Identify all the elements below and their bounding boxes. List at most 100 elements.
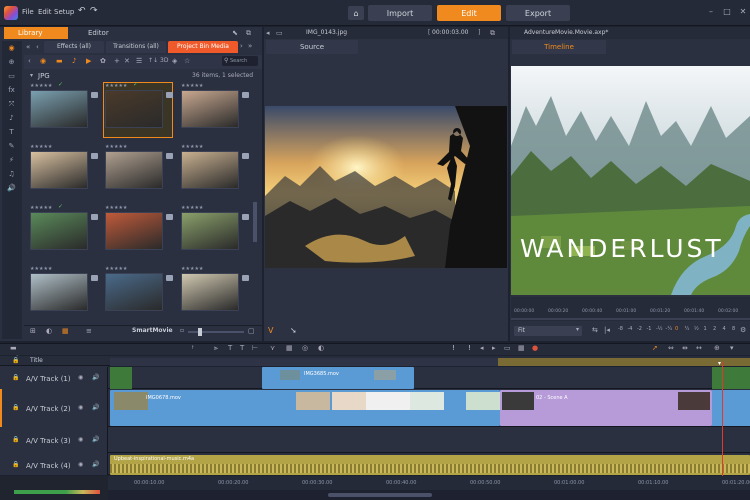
pointer-icon[interactable]: ➚ bbox=[652, 344, 658, 352]
nav-back-icon[interactable]: « bbox=[26, 43, 30, 51]
speed-label[interactable]: ¼ bbox=[685, 326, 690, 332]
track-3-lock-icon[interactable]: 🔒 bbox=[12, 436, 19, 443]
speed-label[interactable]: 2 bbox=[713, 326, 716, 332]
tab-edit[interactable]: Edit bbox=[437, 5, 501, 21]
track-2-clip-b[interactable]: 02 - Scene A bbox=[500, 390, 712, 426]
trim-left-icon[interactable]: ◂ bbox=[480, 344, 484, 352]
trim-right-icon[interactable]: ▸ bbox=[492, 344, 496, 352]
track-2-speaker-icon[interactable]: 🔊 bbox=[92, 404, 99, 411]
paint-icon[interactable]: ✎ bbox=[7, 142, 16, 151]
delete-icon[interactable]: ✕ bbox=[124, 57, 130, 65]
title-tool-icon[interactable]: T bbox=[240, 344, 244, 352]
mark-out-button[interactable]: ! bbox=[468, 344, 471, 352]
fit-select[interactable]: Fit bbox=[514, 326, 582, 336]
track-2-lock-icon[interactable]: 🔒 bbox=[12, 404, 19, 411]
tab-transitions[interactable]: Transitions (all) bbox=[106, 41, 166, 53]
speed-label[interactable]: -1 bbox=[647, 326, 652, 332]
speed-label[interactable]: 1 bbox=[704, 326, 707, 332]
preview-icon[interactable]: ◐ bbox=[46, 327, 52, 335]
more-icon[interactable]: ▾ bbox=[730, 344, 734, 352]
star-filter-icon[interactable]: ☆ bbox=[184, 57, 190, 65]
music-icon[interactable]: ♪ bbox=[7, 114, 16, 123]
audio-icon[interactable]: ♫ bbox=[7, 170, 16, 179]
rating-stars[interactable]: ★★★★★ bbox=[181, 266, 203, 272]
rating-stars[interactable]: ★★★★★ bbox=[181, 144, 203, 150]
speed-label[interactable]: 8 bbox=[732, 326, 735, 332]
rating-stars[interactable]: ★★★★★ bbox=[30, 83, 52, 89]
mark-in-button[interactable]: ! bbox=[452, 344, 455, 352]
bin-icon[interactable]: ◉ bbox=[40, 57, 46, 65]
undock-icon[interactable]: ⧉ bbox=[246, 29, 251, 38]
fit-dropdown-icon[interactable]: ▾ bbox=[576, 326, 579, 333]
menu-edit[interactable]: Edit bbox=[38, 8, 52, 16]
speed-label[interactable]: -2 bbox=[637, 326, 642, 332]
menu-setup[interactable]: Setup bbox=[54, 8, 74, 16]
video-filter-icon[interactable]: ▶ bbox=[86, 57, 91, 65]
loop-icon[interactable]: ⇆ bbox=[592, 326, 598, 334]
storyboard-icon[interactable]: ▬ bbox=[10, 344, 17, 352]
speed-label[interactable]: -¼ bbox=[666, 326, 673, 332]
menu-file[interactable]: File bbox=[22, 8, 34, 16]
editor-tab[interactable]: Editor bbox=[70, 27, 130, 39]
tab-project-bin[interactable]: Project Bin Media bbox=[168, 41, 238, 53]
source-undock-icon[interactable]: ⧉ bbox=[490, 29, 495, 38]
maximize-icon[interactable]: □ bbox=[722, 7, 732, 17]
zoom-slider[interactable] bbox=[188, 331, 244, 333]
smartmovie-button[interactable]: SmartMovie bbox=[132, 327, 173, 334]
record-dot-icon[interactable]: ● bbox=[532, 344, 538, 352]
prev-frame-icon[interactable]: |◂ bbox=[604, 326, 610, 334]
nav-next-icon[interactable]: › bbox=[240, 42, 243, 50]
zoom-icon[interactable]: ⊕ bbox=[714, 344, 720, 352]
library-scrollbar[interactable] bbox=[252, 82, 258, 322]
title-icon[interactable]: T bbox=[7, 128, 16, 137]
track-2-eye-icon[interactable]: ◉ bbox=[78, 404, 83, 411]
playhead[interactable] bbox=[722, 362, 723, 490]
track-1-end-clip[interactable] bbox=[712, 367, 750, 389]
track-4-lock-icon[interactable]: 🔒 bbox=[12, 461, 19, 468]
sound-icon[interactable]: 🔊 bbox=[7, 184, 16, 193]
pin-icon[interactable]: ⬉ bbox=[232, 29, 238, 37]
zoom-in-icon[interactable]: ▢ bbox=[248, 327, 255, 335]
rating-stars[interactable]: ★★★★★ bbox=[30, 144, 52, 150]
music-filter-icon[interactable]: ♪ bbox=[72, 57, 76, 65]
track-1-clip[interactable]: IMG3685.mov bbox=[262, 367, 414, 389]
audio-clip[interactable]: Upbeat-inspirational-music.m4a bbox=[110, 455, 750, 475]
settings-icon[interactable]: ⚙ bbox=[740, 326, 746, 334]
razor-icon[interactable]: ⟊ bbox=[192, 344, 194, 352]
track-2-end-clip[interactable] bbox=[712, 390, 750, 426]
mark-in-icon[interactable]: V bbox=[268, 326, 273, 335]
undo-icon[interactable]: ↶ bbox=[78, 6, 86, 16]
3d-icon[interactable]: 3D bbox=[160, 57, 168, 64]
stretch-icon[interactable]: ↔ bbox=[696, 344, 702, 352]
nav-prev-icon[interactable]: ‹ bbox=[36, 43, 39, 51]
back-icon[interactable]: ‹ bbox=[28, 57, 31, 65]
color-icon[interactable]: ◐ bbox=[318, 344, 324, 352]
zoom-slider-handle[interactable] bbox=[198, 328, 202, 336]
track-2-clip-a[interactable]: IMG0678.mov bbox=[110, 390, 500, 426]
sort-icon[interactable]: ↑↓ bbox=[148, 57, 158, 64]
record-icon[interactable]: ▦ bbox=[518, 344, 525, 352]
motion-icon[interactable]: ⚡ bbox=[7, 156, 16, 165]
speed-label[interactable]: -4 bbox=[628, 326, 633, 332]
track-4-eye-icon[interactable]: ◉ bbox=[78, 461, 83, 468]
list-options-icon[interactable]: ≡ bbox=[86, 327, 92, 335]
rating-stars[interactable]: ★★★★★ bbox=[30, 205, 52, 211]
media-icon[interactable]: ◉ bbox=[7, 44, 16, 53]
title-track-lock-icon[interactable]: 🔒 bbox=[12, 357, 19, 364]
track-3-eye-icon[interactable]: ◉ bbox=[78, 436, 83, 443]
tab-effects[interactable]: Effects (all) bbox=[44, 41, 104, 53]
fx-icon[interactable]: fx bbox=[7, 86, 16, 95]
timeline-scrollbar[interactable] bbox=[108, 490, 750, 500]
speed-label[interactable]: 4 bbox=[723, 326, 726, 332]
ripple-icon[interactable]: ⇔ bbox=[668, 344, 674, 352]
home-button[interactable]: ⌂ bbox=[348, 6, 364, 20]
title-clip[interactable] bbox=[498, 358, 750, 366]
rating-stars[interactable]: ★★★★★ bbox=[181, 205, 203, 211]
redo-icon[interactable]: ↷ bbox=[90, 6, 98, 16]
speed-label[interactable]: -8 bbox=[618, 326, 623, 332]
timeline-tab[interactable]: Timeline bbox=[512, 40, 606, 54]
grid-view-icon[interactable]: ▦ bbox=[62, 327, 69, 335]
split-icon[interactable]: ⋎ bbox=[270, 344, 275, 352]
nav-icon[interactable]: ◂ bbox=[266, 29, 270, 37]
collapse-icon[interactable]: ▾ bbox=[30, 72, 33, 79]
